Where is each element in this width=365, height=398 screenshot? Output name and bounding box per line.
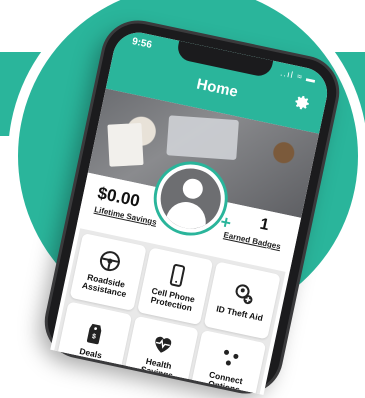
- tile-deals[interactable]: $ Deals: [54, 301, 132, 380]
- tile-connect-options[interactable]: Connect Options: [189, 329, 267, 395]
- tile-label: Cell Phone Protection: [149, 285, 196, 314]
- avatar-head: [180, 176, 205, 201]
- id-theft-icon: [235, 284, 253, 305]
- banner-laptop: [166, 115, 239, 161]
- price-tag-icon: $: [87, 324, 102, 345]
- smartphone-icon: [169, 263, 186, 287]
- app-screen: 9:56 ..ıl ≈ ▬ Home $0.00 Lifetime Saving…: [50, 27, 332, 395]
- earned-badges-value: 1: [258, 215, 271, 235]
- tile-roadside-assistance[interactable]: Roadside Assistance: [69, 232, 147, 311]
- heart-pulse-icon: [155, 336, 172, 353]
- status-icons: ..ıl ≈ ▬: [279, 67, 318, 85]
- tile-label: Connect Options: [207, 369, 244, 395]
- tile-health-savings[interactable]: Health Savings: [122, 315, 200, 394]
- tile-label: ID Theft Aid: [215, 303, 264, 324]
- gear-icon[interactable]: [291, 92, 312, 113]
- tile-id-theft-aid[interactable]: ID Theft Aid: [203, 261, 281, 340]
- connect-dots-icon: [223, 349, 239, 366]
- banner-notebook: [107, 122, 144, 167]
- tile-label: Deals: [78, 346, 103, 361]
- status-time: 9:56: [130, 36, 153, 51]
- tile-cell-phone-protection[interactable]: Cell Phone Protection: [136, 247, 214, 326]
- tile-label: Health Savings: [139, 355, 174, 381]
- tile-label: Roadside Assistance: [81, 271, 128, 300]
- earned-badges-link[interactable]: Earned Badges: [223, 230, 282, 251]
- phone-mockup: 9:56 ..ıl ≈ ▬ Home $0.00 Lifetime Saving…: [28, 17, 358, 398]
- phone-frame: 9:56 ..ıl ≈ ▬ Home $0.00 Lifetime Saving…: [41, 17, 343, 397]
- steering-wheel-icon: [100, 250, 121, 271]
